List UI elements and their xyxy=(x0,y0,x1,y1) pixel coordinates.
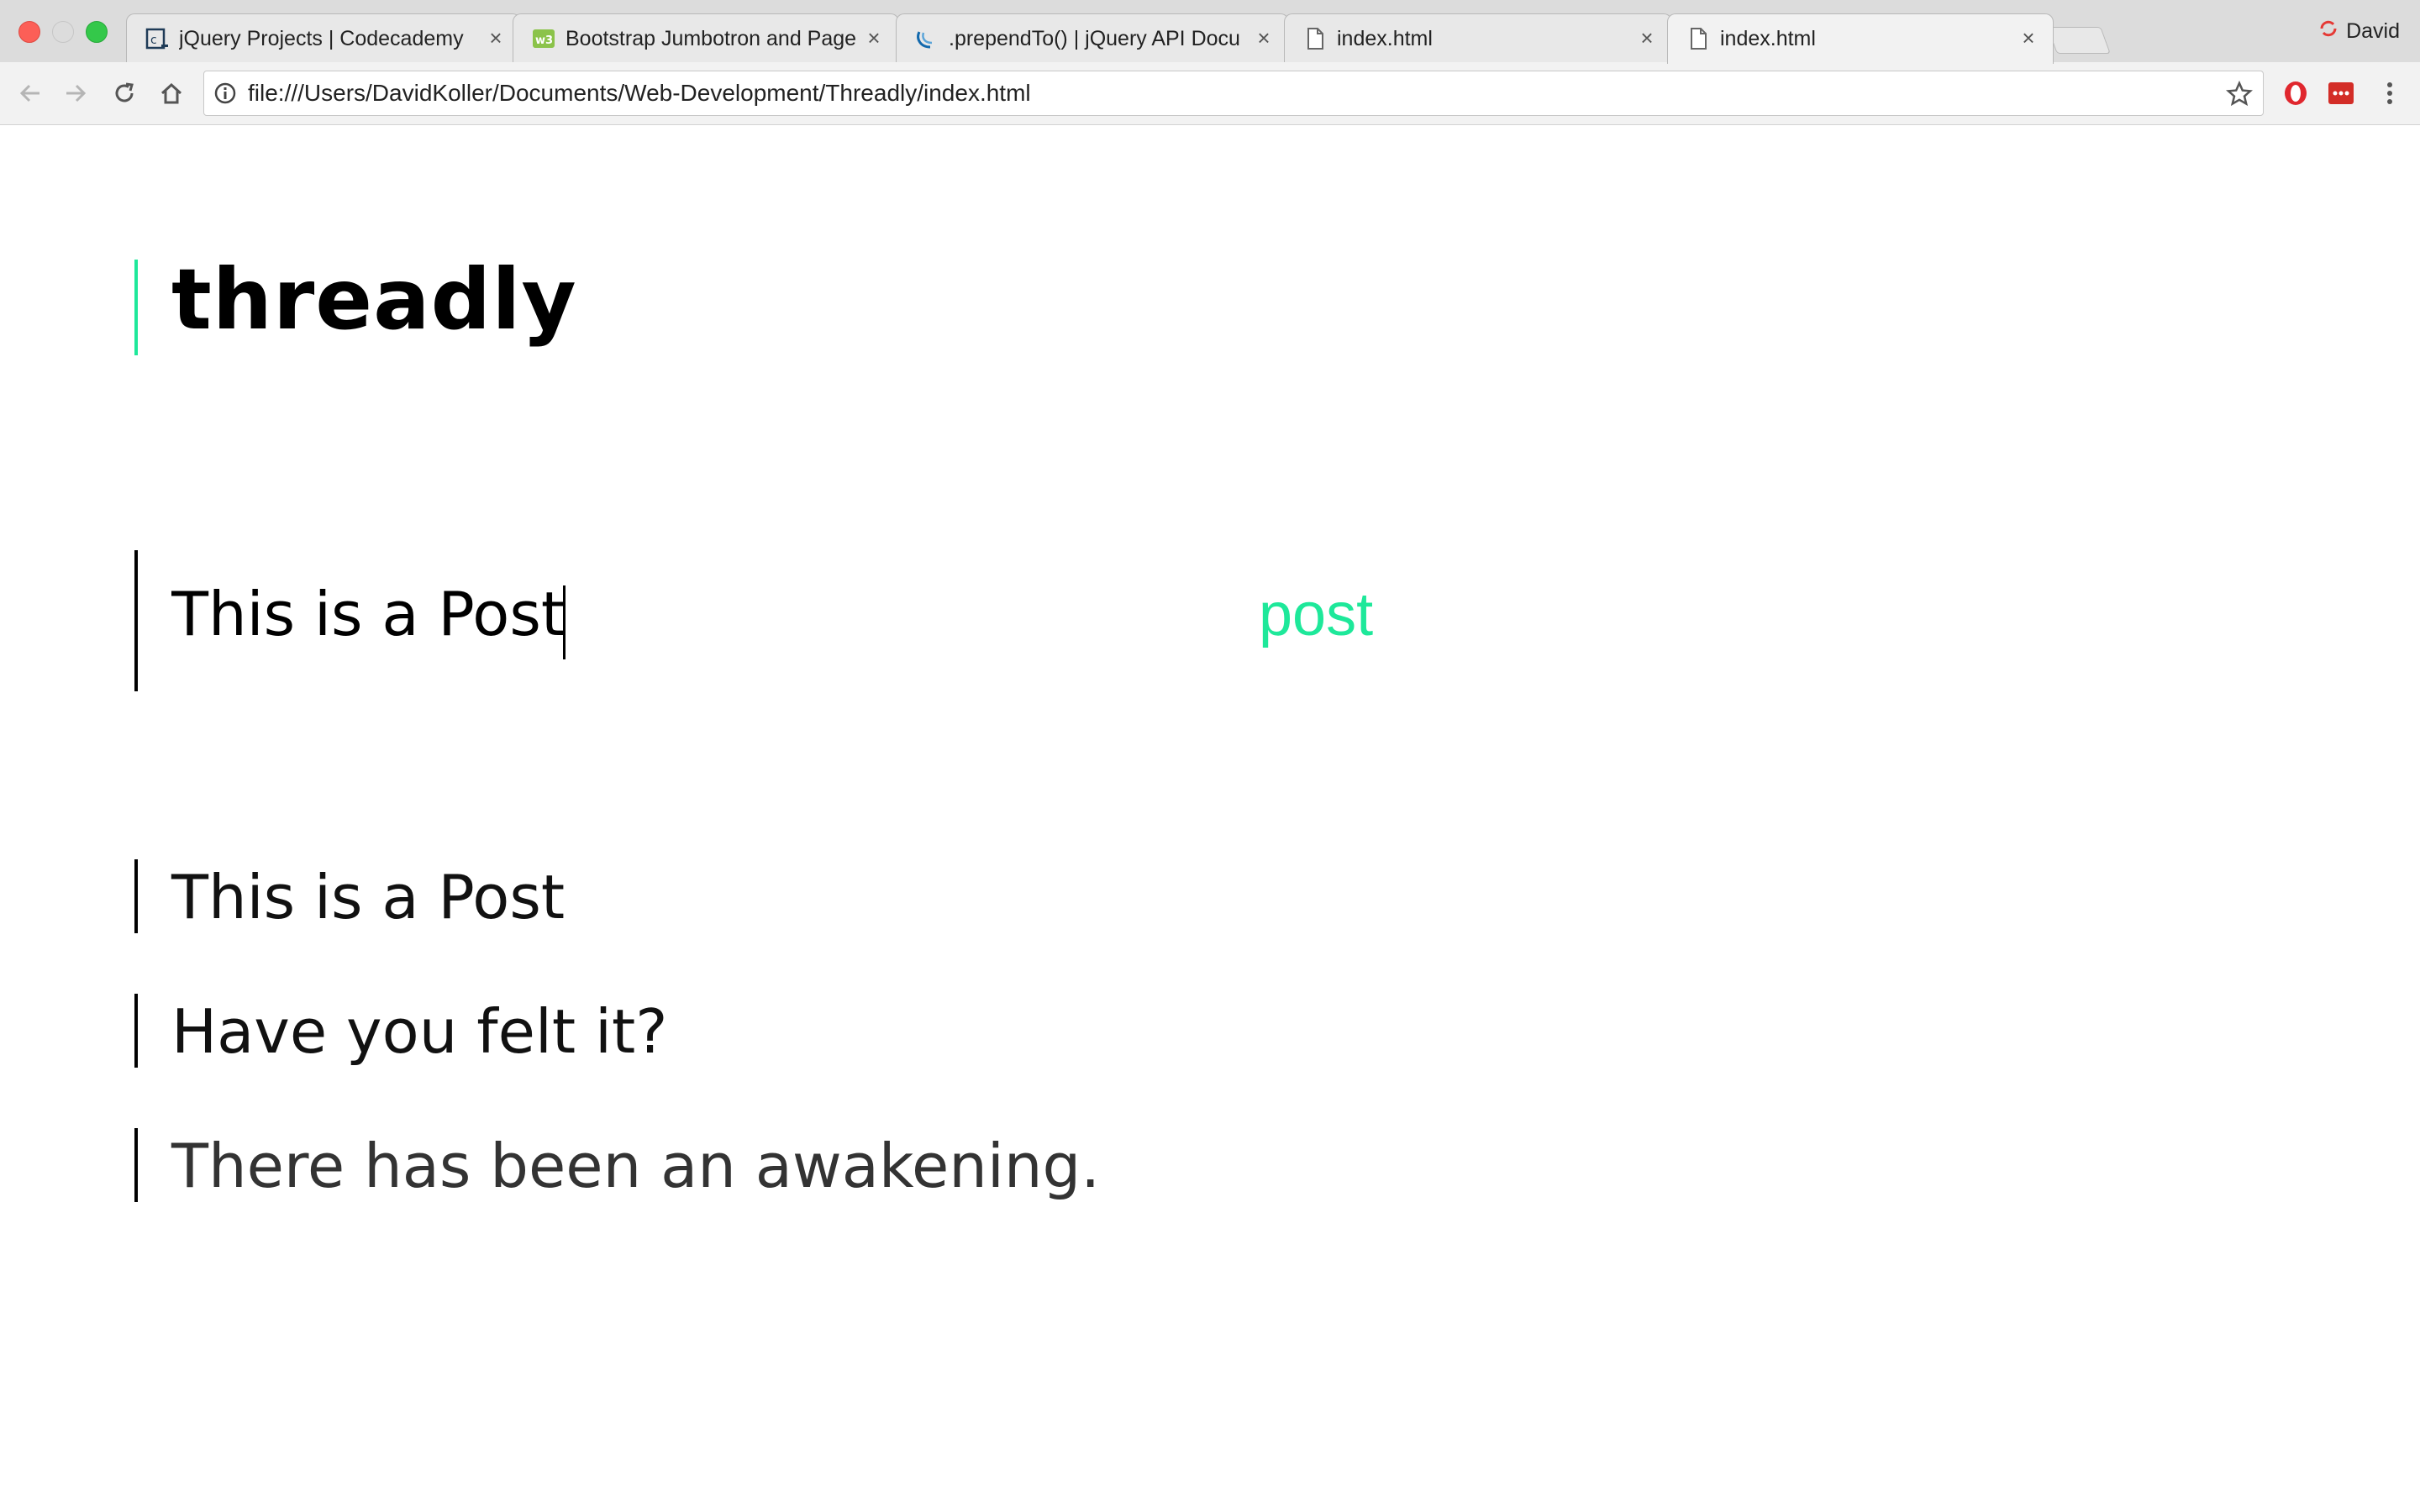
profile-button[interactable]: David xyxy=(2317,17,2400,45)
w3schools-icon: w3 xyxy=(532,27,555,50)
new-tab-button[interactable] xyxy=(2047,27,2111,54)
lastpass-extension-icon[interactable] xyxy=(2326,78,2356,108)
close-tab-icon[interactable]: × xyxy=(2016,25,2041,50)
close-window-button[interactable] xyxy=(18,21,40,43)
menu-kebab-icon[interactable] xyxy=(2375,78,2405,108)
minimize-window-button[interactable] xyxy=(52,21,74,43)
profile-name: David xyxy=(2346,18,2400,43)
post-item: There has been an awakening. xyxy=(171,1131,1101,1201)
home-icon xyxy=(160,82,182,104)
address-bar[interactable]: file:///Users/DavidKoller/Documents/Web-… xyxy=(203,71,2264,116)
tab-title: index.html xyxy=(1720,27,1816,50)
svg-text:w3: w3 xyxy=(535,34,553,47)
reload-button[interactable] xyxy=(109,78,139,108)
tab-3[interactable]: index.html × xyxy=(1284,13,1672,62)
close-tab-icon[interactable]: × xyxy=(1251,25,1276,50)
back-button[interactable] xyxy=(15,78,45,108)
tab-2[interactable]: .prependTo() | jQuery API Docu × xyxy=(896,13,1289,62)
tab-0[interactable]: c jQuery Projects | Codecademy × xyxy=(126,13,521,62)
page-content: threadly post This is a Post Have you fe… xyxy=(0,125,2420,1512)
info-icon[interactable] xyxy=(214,82,236,104)
sync-icon xyxy=(2317,18,2339,45)
close-tab-icon[interactable]: × xyxy=(861,25,886,50)
forward-button[interactable] xyxy=(60,78,91,108)
post-input[interactable] xyxy=(171,568,1213,660)
tab-title: jQuery Projects | Codecademy xyxy=(179,27,464,50)
close-tab-icon[interactable]: × xyxy=(483,25,508,50)
post-button[interactable]: post xyxy=(1259,577,1373,653)
tab-title: .prependTo() | jQuery API Docu xyxy=(949,27,1240,50)
jquery-icon xyxy=(915,27,939,50)
post-item: Have you felt it? xyxy=(171,996,668,1067)
post-item: This is a Post xyxy=(171,862,566,932)
site-title: threadly xyxy=(171,250,577,349)
codecademy-icon: c xyxy=(145,27,169,50)
forward-arrow-icon xyxy=(66,84,87,102)
reload-icon xyxy=(115,82,134,102)
post-accent-bar xyxy=(134,859,138,933)
document-icon xyxy=(1686,27,1710,50)
tab-4[interactable]: index.html × xyxy=(1667,13,2054,64)
document-icon xyxy=(1303,27,1327,50)
tab-title: index.html xyxy=(1337,27,1433,50)
post-accent-bar xyxy=(134,994,138,1068)
back-arrow-icon xyxy=(19,84,39,102)
tab-strip: c jQuery Projects | Codecademy × w3 Boot… xyxy=(0,0,2420,64)
svg-text:c: c xyxy=(150,34,157,47)
bookmark-star-icon[interactable] xyxy=(2225,80,2254,108)
tab-title: Bootstrap Jumbotron and Page xyxy=(566,27,856,50)
close-tab-icon[interactable]: × xyxy=(1634,25,1660,50)
input-accent-bar xyxy=(134,550,138,691)
post-accent-bar xyxy=(134,1128,138,1202)
toolbar: file:///Users/DavidKoller/Documents/Web-… xyxy=(0,62,2420,125)
zoom-window-button[interactable] xyxy=(86,21,108,43)
home-button[interactable] xyxy=(156,78,187,108)
opera-extension-icon[interactable] xyxy=(2281,78,2311,108)
title-accent-bar xyxy=(134,260,138,355)
text-caret xyxy=(563,585,566,659)
tab-1[interactable]: w3 Bootstrap Jumbotron and Page × xyxy=(513,13,899,62)
url-text: file:///Users/DavidKoller/Documents/Web-… xyxy=(248,80,1031,106)
